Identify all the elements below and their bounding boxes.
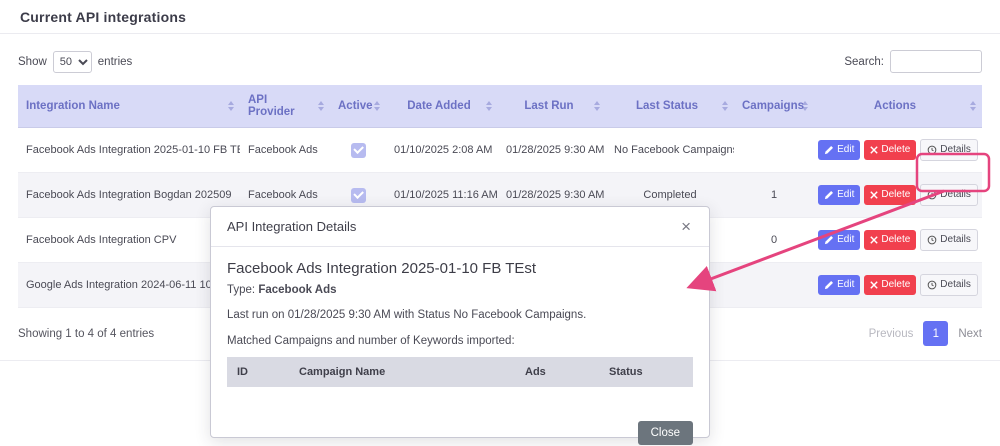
pencil-icon [824,145,834,155]
delete-button[interactable]: Delete [864,230,917,250]
details-button[interactable]: Details [920,229,978,251]
header-actions[interactable]: Actions [814,85,982,128]
modal-header-status: Status [609,366,643,378]
header-integration-name[interactable]: Integration Name [18,85,240,128]
modal-body: Facebook Ads Integration 2025-01-10 FB T… [211,247,709,411]
clock-icon [927,235,937,245]
page-title: Current API integrations [20,8,187,25]
cell-active [330,127,386,173]
details-button[interactable]: Details [920,139,978,161]
edit-button[interactable]: Edit [818,140,861,160]
search-input[interactable] [890,50,982,73]
modal-type-line: Type: Facebook Ads [227,284,693,296]
sort-icon [802,101,808,111]
search-control: Search: [844,50,982,73]
details-button[interactable]: Details [920,274,978,296]
cell-campaigns [734,127,814,173]
modal-integration-heading: Facebook Ads Integration 2025-01-10 FB T… [227,260,537,277]
entries-label: entries [97,55,133,68]
header-campaigns[interactable]: Campaigns [734,85,814,128]
cell-integration-name: Facebook Ads Integration Bogdan 202509 [18,172,240,218]
modal-table-body [227,387,693,411]
edit-button[interactable]: Edit [818,275,861,295]
api-integration-details-modal: API Integration Details × Facebook Ads I… [210,206,710,445]
pagination-previous[interactable]: Previous [869,328,914,340]
details-button[interactable]: Details [920,184,978,206]
x-icon [870,281,879,289]
x-icon [870,236,879,244]
header-last-status[interactable]: Last Status [606,85,734,128]
cell-campaigns [734,262,814,308]
pencil-icon [824,280,834,290]
entries-info: Showing 1 to 4 of 4 entries [18,327,155,340]
cell-actions: Edit Delete Details [814,127,982,173]
active-checkbox[interactable] [350,187,366,203]
sort-icon [722,101,728,111]
modal-close-icon[interactable]: × [679,218,693,235]
header-api-provider[interactable]: API Provider [240,85,330,128]
edit-button[interactable]: Edit [818,185,861,205]
sort-icon [228,101,234,111]
edit-button[interactable]: Edit [818,230,861,250]
sort-icon [374,101,380,111]
page-length-select[interactable]: 50 [52,50,92,73]
table-controls: Show 50 entries Search: [18,50,982,73]
api-integrations-page: Current API integrations Show 50 entries… [0,0,1000,446]
modal-header-id: ID [237,366,248,378]
cell-actions: Edit Delete Details [814,172,982,218]
header-date-added[interactable]: Date Added [386,85,498,128]
header-last-run[interactable]: Last Run [498,85,606,128]
modal-title: API Integration Details [227,219,357,234]
cell-date-added: 01/10/2025 2:08 AM [386,127,498,173]
modal-table-header: ID Campaign Name Ads Status [227,357,693,387]
modal-footer: Close [211,411,709,446]
cell-actions: Edit Delete Details [814,262,982,308]
table-header-row: Integration Name API Provider Active Dat… [18,85,982,128]
delete-button[interactable]: Delete [864,185,917,205]
modal-header-ads: Ads [525,366,546,378]
header-active[interactable]: Active [330,85,386,128]
x-icon [870,191,879,199]
modal-type-value: Facebook Ads [258,284,337,296]
clock-icon [927,145,937,155]
cell-integration-name: Facebook Ads Integration 2025-01-10 FB T… [18,127,240,173]
clock-icon [927,190,937,200]
sort-icon [594,101,600,111]
delete-button[interactable]: Delete [864,275,917,295]
pagination-page-1[interactable]: 1 [923,321,949,346]
modal-matched-text: Matched Campaigns and number of Keywords… [227,335,515,347]
cell-last-status: No Facebook Campaigns [606,127,734,173]
pencil-icon [824,235,834,245]
sort-icon [970,101,976,111]
delete-button[interactable]: Delete [864,140,917,160]
sort-icon [486,101,492,111]
pencil-icon [824,190,834,200]
cell-integration-name: Google Ads Integration 2024-06-11 10:03:… [18,262,240,308]
cell-actions: Edit Delete Details [814,217,982,263]
modal-type-label: Type: [227,284,256,296]
x-icon [870,146,879,154]
cell-campaigns: 0 [734,217,814,263]
modal-header: API Integration Details × [211,207,709,247]
pagination: Previous 1 Next [869,321,982,346]
sort-icon [318,101,324,111]
cell-last-run: 01/28/2025 9:30 AM [498,127,606,173]
modal-close-button[interactable]: Close [637,421,693,445]
table-row: Facebook Ads Integration 2025-01-10 FB T… [18,127,982,173]
cell-api-provider: Facebook Ads [240,127,330,173]
cell-campaigns: 1 [734,172,814,218]
title-bar: Current API integrations [0,0,1000,34]
search-label: Search: [844,55,884,68]
clock-icon [927,280,937,290]
pagination-next[interactable]: Next [958,328,982,340]
modal-header-campaign-name: Campaign Name [299,366,386,378]
page-length-control: Show 50 entries [18,50,133,73]
cell-integration-name: Facebook Ads Integration CPV [18,217,240,263]
active-checkbox[interactable] [350,142,366,158]
show-label: Show [18,55,47,68]
modal-last-run-text: Last run on 01/28/2025 9:30 AM with Stat… [227,309,587,321]
